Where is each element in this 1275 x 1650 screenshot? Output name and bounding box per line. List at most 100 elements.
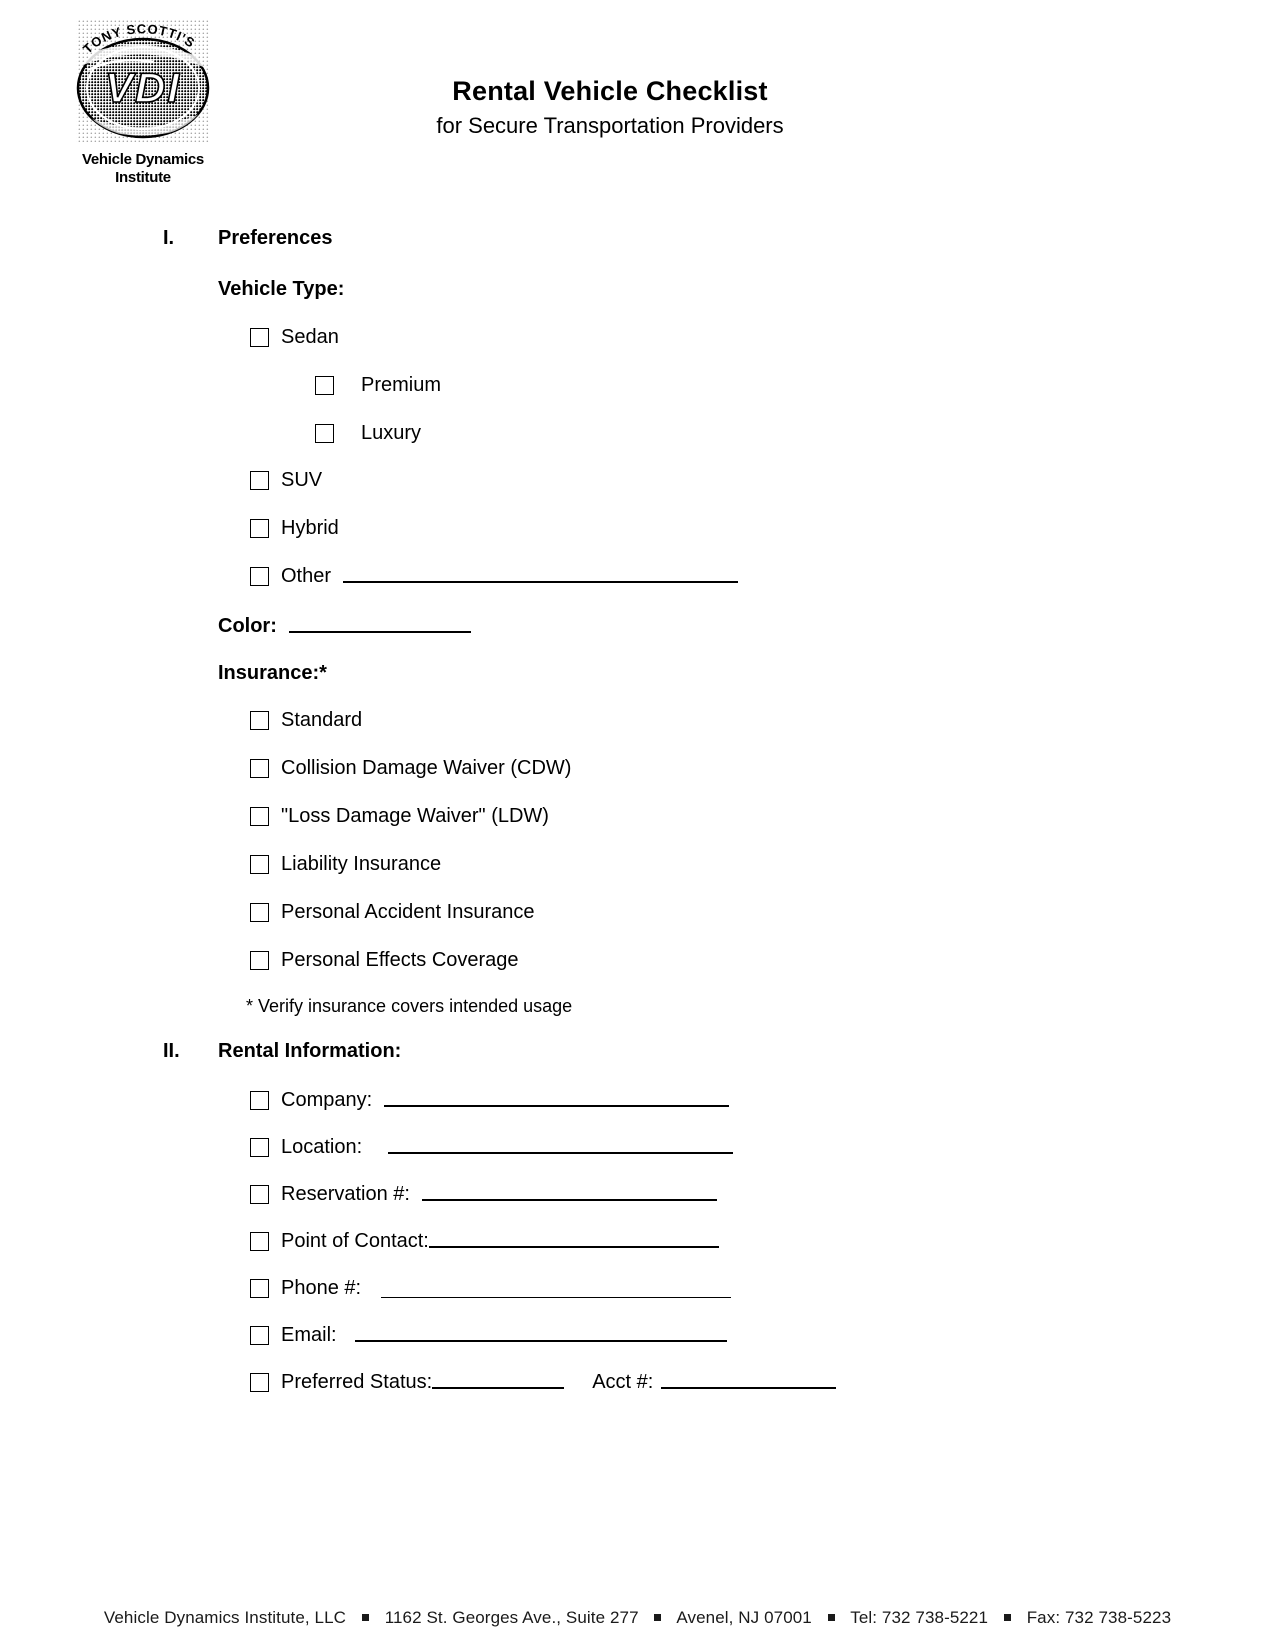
footer-separator-icon: [1003, 1614, 1011, 1622]
insurance-heading: Insurance:*: [218, 662, 327, 684]
vehicle-type-heading: Vehicle Type:: [218, 278, 345, 300]
checkbox-row-liability[interactable]: Liability Insurance: [250, 853, 1275, 876]
color-row: Color:: [218, 615, 1275, 638]
vdi-logo-graphic: TONY SCOTTI'S VDI Vehicle Dynamics Insti…: [76, 18, 210, 186]
field-label-company: Company:: [281, 1089, 373, 1111]
email-input-line[interactable]: [354, 1340, 727, 1342]
checkbox-suv[interactable]: [250, 471, 269, 490]
page-header: TONY SCOTTI'S VDI Vehicle Dynamics Insti…: [0, 0, 1275, 205]
svg-text:VDI: VDI: [105, 64, 181, 111]
checkbox-sedan[interactable]: [250, 328, 269, 347]
field-label-acct-number: Acct #:: [592, 1371, 654, 1393]
checkbox-cdw[interactable]: [250, 759, 269, 778]
field-label-point-of-contact: Point of Contact:: [281, 1230, 429, 1252]
section-heading-preferences: I. Preferences: [0, 227, 1275, 250]
checkbox-other[interactable]: [250, 567, 269, 586]
section-title: Preferences: [218, 227, 333, 249]
field-label-preferred-status: Preferred Status:: [281, 1371, 433, 1393]
checkbox-row-suv[interactable]: SUV: [250, 469, 1275, 492]
phone-input-line[interactable]: [381, 1297, 732, 1298]
acct-number-input-line[interactable]: [661, 1387, 837, 1389]
checkbox-personal-effects[interactable]: [250, 951, 269, 970]
checkbox-label-other: Other: [281, 565, 332, 587]
checkbox-row-personal-accident[interactable]: Personal Accident Insurance: [250, 901, 1275, 924]
checkbox-luxury[interactable]: [315, 424, 334, 443]
field-label-email: Email:: [281, 1324, 337, 1346]
checkbox-row-premium[interactable]: Premium: [315, 374, 1275, 397]
footer-separator-icon: [361, 1614, 369, 1622]
color-input-line[interactable]: [288, 631, 471, 633]
section-numeral: II.: [163, 1040, 180, 1062]
other-vehicle-input-line[interactable]: [343, 581, 739, 583]
checkbox-row-standard[interactable]: Standard: [250, 709, 1275, 732]
checkbox-company[interactable]: [250, 1091, 269, 1110]
checkbox-liability[interactable]: [250, 855, 269, 874]
location-input-line[interactable]: [388, 1152, 734, 1154]
company-input-line[interactable]: [384, 1105, 730, 1107]
checkbox-row-sedan[interactable]: Sedan: [250, 326, 1275, 349]
field-row-preferred-status[interactable]: Preferred Status: Acct #:: [250, 1371, 1275, 1394]
checkbox-label-suv: SUV: [281, 469, 323, 491]
field-row-phone[interactable]: Phone #:: [250, 1277, 1275, 1300]
checkbox-phone[interactable]: [250, 1279, 269, 1298]
checkbox-row-personal-effects[interactable]: Personal Effects Coverage: [250, 949, 1275, 972]
vdi-logo: TONY SCOTTI'S VDI Vehicle Dynamics Insti…: [58, 12, 228, 192]
point-of-contact-input-line[interactable]: [428, 1246, 719, 1248]
section-rental-information: II. Rental Information: Company: Locatio…: [0, 1040, 1275, 1394]
checkbox-preferred-status[interactable]: [250, 1373, 269, 1392]
svg-text:Institute: Institute: [115, 169, 171, 186]
checkbox-label-personal-accident: Personal Accident Insurance: [281, 901, 535, 923]
form-content: I. Preferences Vehicle Type: Sedan Premi…: [0, 205, 1275, 1394]
checkbox-label-hybrid: Hybrid: [281, 517, 339, 539]
svg-text:Vehicle Dynamics: Vehicle Dynamics: [82, 151, 204, 168]
footer-company: Vehicle Dynamics Institute, LLC: [103, 1608, 347, 1627]
footer-separator-icon: [654, 1614, 662, 1622]
checkbox-personal-accident[interactable]: [250, 903, 269, 922]
checkbox-row-hybrid[interactable]: Hybrid: [250, 517, 1275, 540]
checkbox-location[interactable]: [250, 1138, 269, 1157]
checkbox-hybrid[interactable]: [250, 519, 269, 538]
checkbox-label-sedan: Sedan: [281, 326, 339, 348]
field-label-location: Location:: [281, 1136, 363, 1158]
checkbox-email[interactable]: [250, 1326, 269, 1345]
checkbox-label-premium: Premium: [361, 374, 442, 396]
checkbox-row-luxury[interactable]: Luxury: [315, 422, 1275, 445]
checkbox-point-of-contact[interactable]: [250, 1232, 269, 1251]
section-numeral: I.: [163, 227, 175, 249]
section-heading-rental-information: II. Rental Information:: [0, 1040, 1275, 1063]
section-preferences: I. Preferences Vehicle Type: Sedan Premi…: [0, 227, 1275, 1017]
reservation-input-line[interactable]: [421, 1199, 717, 1201]
checkbox-premium[interactable]: [315, 376, 334, 395]
field-label-phone: Phone #:: [281, 1277, 362, 1299]
checkbox-row-other[interactable]: Other: [250, 565, 1275, 588]
page-title: Rental Vehicle Checklist: [452, 76, 768, 106]
field-label-reservation: Reservation #:: [281, 1183, 410, 1205]
field-row-point-of-contact[interactable]: Point of Contact:: [250, 1230, 1275, 1253]
field-row-location[interactable]: Location:: [250, 1136, 1275, 1159]
checkbox-label-cdw: Collision Damage Waiver (CDW): [281, 757, 572, 779]
checkbox-row-cdw[interactable]: Collision Damage Waiver (CDW): [250, 757, 1275, 780]
checkbox-standard[interactable]: [250, 711, 269, 730]
checkbox-label-liability: Liability Insurance: [281, 853, 442, 875]
footer-tel: Tel: 732 738-5221: [850, 1608, 989, 1627]
field-row-company[interactable]: Company:: [250, 1089, 1275, 1112]
checkbox-label-standard: Standard: [281, 709, 363, 731]
checkbox-row-ldw[interactable]: "Loss Damage Waiver" (LDW): [250, 805, 1275, 828]
page-footer: Vehicle Dynamics Institute, LLC 1162 St.…: [0, 1608, 1275, 1628]
footer-separator-icon: [827, 1614, 835, 1622]
title-block: Rental Vehicle Checklist for Secure Tran…: [260, 76, 960, 139]
checkbox-label-ldw: "Loss Damage Waiver" (LDW): [281, 805, 549, 827]
page-subtitle: for Secure Transportation Providers: [436, 113, 784, 139]
checkbox-label-personal-effects: Personal Effects Coverage: [281, 949, 519, 971]
footer-address: 1162 St. Georges Ave., Suite 277: [384, 1608, 639, 1627]
footer-city-state-zip: Avenel, NJ 07001: [676, 1608, 812, 1627]
footer-fax: Fax: 732 738-5223: [1026, 1608, 1172, 1627]
checkbox-reservation[interactable]: [250, 1185, 269, 1204]
field-row-reservation[interactable]: Reservation #:: [250, 1183, 1275, 1206]
field-row-email[interactable]: Email:: [250, 1324, 1275, 1347]
checkbox-ldw[interactable]: [250, 807, 269, 826]
checkbox-label-luxury: Luxury: [361, 422, 422, 444]
insurance-footnote: * Verify insurance covers intended usage: [246, 996, 573, 1016]
color-label: Color:: [218, 615, 277, 637]
preferred-status-input-line[interactable]: [432, 1387, 565, 1389]
